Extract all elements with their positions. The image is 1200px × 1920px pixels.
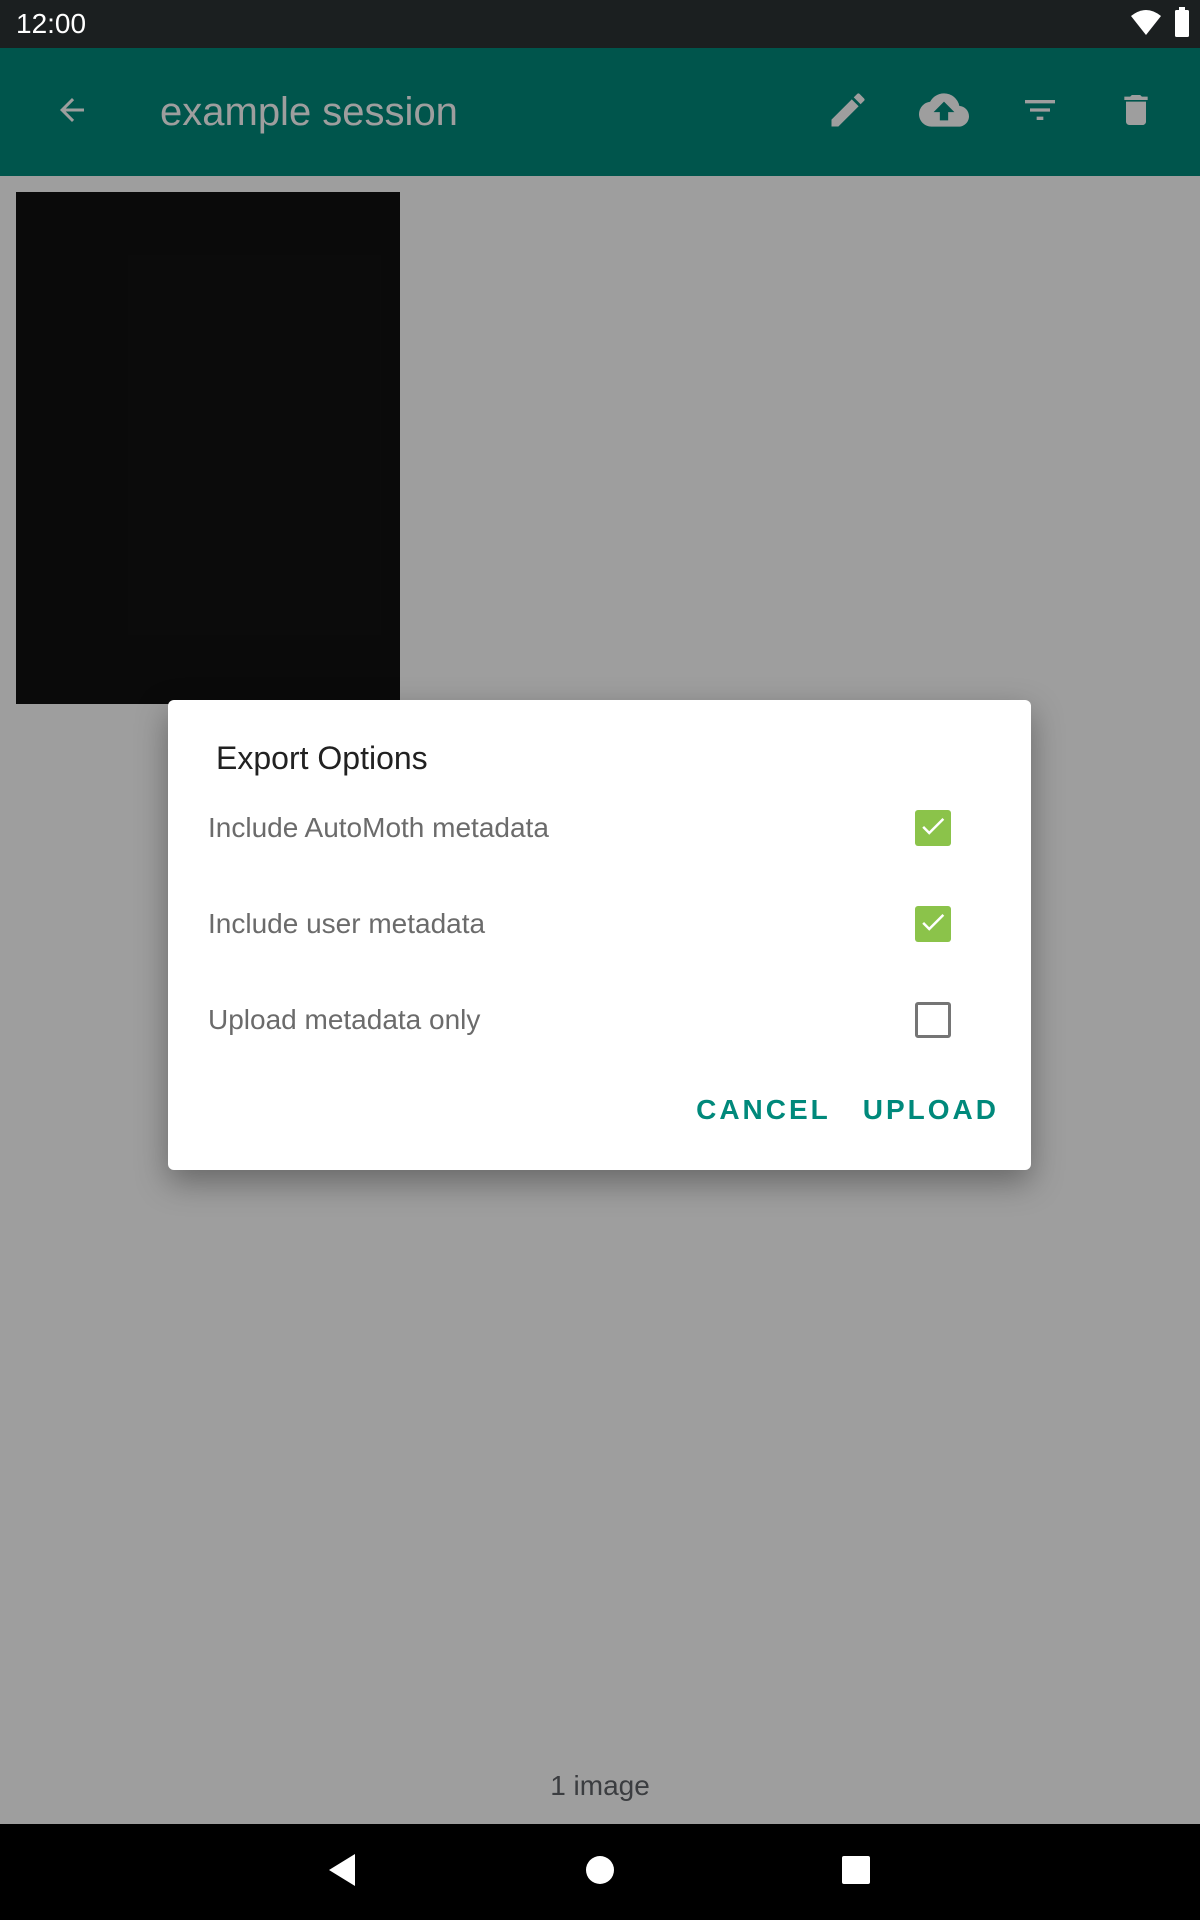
cancel-button[interactable]: CANCEL	[688, 1082, 839, 1138]
wifi-icon	[1130, 8, 1162, 41]
metadata-only-checkbox[interactable]	[915, 1002, 951, 1038]
system-nav-bar	[0, 1824, 1200, 1920]
status-icons	[1130, 6, 1190, 42]
option-label: Upload metadata only	[208, 1004, 481, 1035]
nav-home-icon	[585, 1855, 615, 1890]
upload-confirm-button[interactable]: UPLOAD	[855, 1082, 1007, 1138]
nav-home-button[interactable]	[540, 1824, 660, 1920]
option-include-user-metadata[interactable]: Include user metadata	[208, 876, 991, 972]
option-upload-metadata-only[interactable]: Upload metadata only	[208, 972, 991, 1068]
checkmark-icon	[918, 811, 948, 846]
nav-recents-button[interactable]	[796, 1824, 916, 1920]
automoth-metadata-checkbox[interactable]	[915, 810, 951, 846]
status-time: 12:00	[16, 8, 87, 39]
nav-back-button[interactable]	[282, 1824, 402, 1920]
export-options-dialog: Export Options Include AutoMoth metadata…	[168, 700, 1031, 1170]
status-bar: 12:00	[0, 0, 1200, 48]
battery-icon	[1174, 6, 1190, 42]
user-metadata-checkbox[interactable]	[915, 906, 951, 942]
option-include-automoth-metadata[interactable]: Include AutoMoth metadata	[208, 780, 991, 876]
nav-recents-icon	[841, 1855, 871, 1890]
option-label: Include user metadata	[208, 908, 486, 939]
dialog-actions: CANCEL UPLOAD	[688, 1082, 1007, 1138]
nav-back-icon	[327, 1853, 357, 1892]
dialog-title: Export Options	[216, 740, 428, 776]
checkmark-icon	[918, 907, 948, 942]
option-label: Include AutoMoth metadata	[208, 812, 549, 843]
